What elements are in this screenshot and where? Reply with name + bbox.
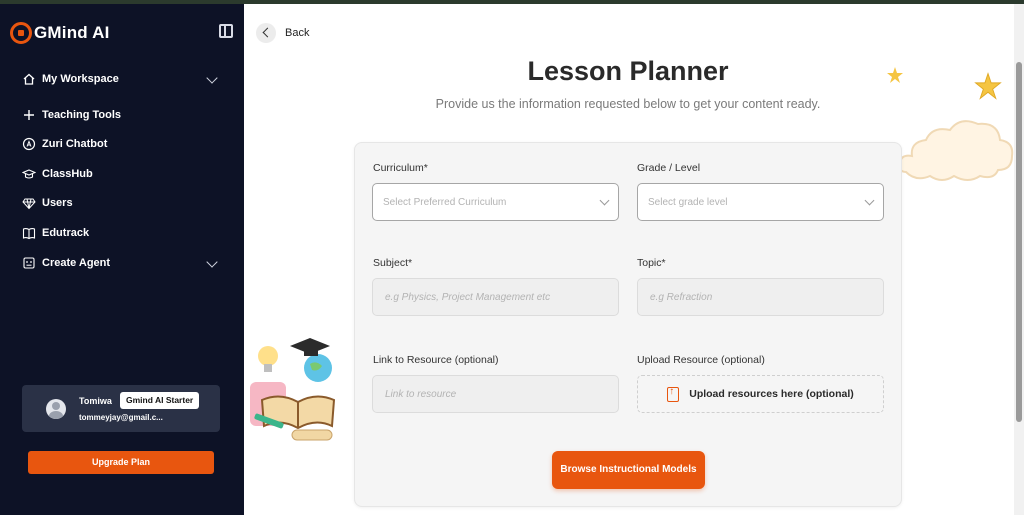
sidebar-item-users[interactable]: Users — [22, 193, 222, 213]
grade-level-select[interactable]: Select grade level — [637, 183, 884, 221]
cloud-illustration — [898, 120, 1014, 181]
education-illustration — [250, 338, 336, 441]
subject-placeholder: e.g Physics, Project Management etc — [385, 291, 551, 303]
chevron-down-icon — [206, 72, 218, 84]
grade-level-placeholder: Select grade level — [648, 196, 728, 208]
upload-resource-button[interactable]: Upload resources here (optional) — [637, 375, 884, 413]
diamond-icon — [22, 196, 36, 210]
resource-link-placeholder: Link to resource — [385, 388, 457, 400]
sidebar-item-label: My Workspace — [42, 73, 119, 85]
agent-icon — [22, 256, 36, 270]
sidebar-item-zuri-chatbot[interactable]: Zuri Chatbot — [22, 134, 222, 154]
sidebar-item-create-agent[interactable]: Create Agent — [22, 253, 222, 273]
book-icon — [22, 226, 36, 240]
sidebar-item-edutrack[interactable]: Edutrack — [22, 223, 222, 243]
scrollbar-thumb[interactable] — [1016, 62, 1022, 422]
resource-link-input[interactable]: Link to resource — [372, 375, 619, 413]
topic-input[interactable]: e.g Refraction — [637, 278, 884, 316]
curriculum-placeholder: Select Preferred Curriculum — [383, 196, 507, 208]
user-email: tommeyjay@gmail.c... — [79, 413, 163, 422]
curriculum-label: Curriculum* — [373, 162, 428, 174]
sidebar-item-label: Users — [42, 197, 73, 209]
graduation-cap-icon — [22, 167, 36, 181]
sidebar-item-label: Create Agent — [42, 257, 111, 269]
upgrade-plan-button[interactable]: Upgrade Plan — [28, 451, 214, 474]
back-arrow-icon[interactable] — [256, 23, 276, 43]
sidebar-item-label: Teaching Tools — [42, 109, 122, 121]
grade-level-label: Grade / Level — [637, 162, 701, 174]
sidebar-collapse-icon[interactable] — [219, 24, 233, 38]
browse-instructional-models-button[interactable]: Browse Instructional Models — [552, 451, 705, 489]
sidebar-item-label: ClassHub — [42, 168, 93, 180]
chevron-down-icon — [864, 195, 875, 206]
topic-placeholder: e.g Refraction — [650, 291, 713, 303]
subject-input[interactable]: e.g Physics, Project Management etc — [372, 278, 619, 316]
back-button[interactable]: Back — [285, 27, 309, 39]
chevron-down-icon — [206, 256, 218, 268]
user-name: Tomiwa — [79, 396, 112, 406]
large-star-icon — [974, 72, 1002, 100]
small-star-icon — [887, 67, 903, 83]
scrollbar[interactable] — [1014, 4, 1024, 515]
plus-icon — [22, 108, 36, 122]
chevron-down-icon — [599, 195, 610, 206]
sidebar-item-teaching-tools[interactable]: Teaching Tools — [22, 105, 222, 125]
home-icon — [22, 72, 36, 86]
subject-label: Subject* — [373, 257, 413, 269]
topic-label: Topic* — [637, 257, 666, 269]
page-subtitle: Provide us the information requested bel… — [435, 97, 821, 111]
sidebar-item-my-workspace[interactable]: My Workspace — [22, 69, 222, 89]
sidebar-item-label: Zuri Chatbot — [42, 138, 108, 150]
user-card[interactable]: Tomiwa Gmind AI Starter tommeyjay@gmail.… — [22, 385, 220, 432]
sidebar-item-label: Edutrack — [42, 227, 90, 239]
brand-name: GMind AI — [34, 23, 110, 42]
chatbot-icon — [22, 137, 36, 151]
brand[interactable]: GMind AI — [10, 22, 110, 44]
page-title: Lesson Planner — [527, 56, 729, 86]
upload-resource-label: Upload Resource (optional) — [637, 354, 765, 366]
upload-resource-text: Upload resources here (optional) — [689, 388, 854, 400]
gmind-logo-icon — [10, 22, 32, 44]
plan-badge: Gmind AI Starter — [120, 392, 200, 409]
avatar — [46, 399, 66, 419]
curriculum-select[interactable]: Select Preferred Curriculum — [372, 183, 619, 221]
resource-link-label: Link to Resource (optional) — [373, 354, 499, 366]
upload-file-icon — [667, 386, 680, 402]
sidebar-item-classhub[interactable]: ClassHub — [22, 164, 222, 184]
